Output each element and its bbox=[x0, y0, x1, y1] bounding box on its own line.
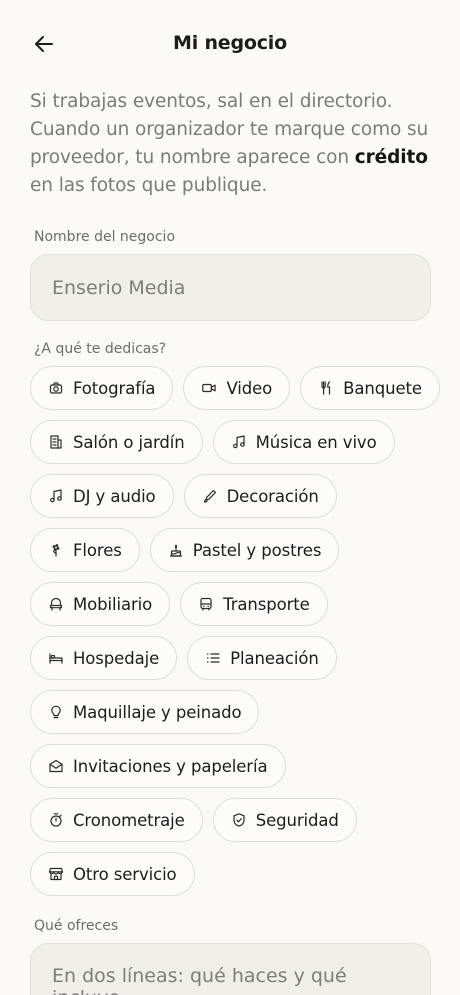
category-chip-label: Hospedaje bbox=[73, 648, 160, 668]
category-chip-label: Fotografía bbox=[73, 378, 156, 398]
category-chip-label: Video bbox=[226, 378, 273, 398]
category-chip[interactable]: Transporte bbox=[180, 582, 328, 626]
business-name-input[interactable]: Enserio Media bbox=[30, 254, 431, 321]
intro-text-end: en las fotos que publique. bbox=[30, 175, 268, 196]
stopwatch-icon bbox=[50, 813, 62, 827]
category-chip-label: Pastel y postres bbox=[192, 540, 322, 560]
category-chip[interactable]: Hospedaje bbox=[30, 636, 178, 680]
category-chip-label: Invitaciones y papelería bbox=[73, 756, 268, 776]
category-chip-label: Seguridad bbox=[255, 810, 339, 830]
intro-credit-highlight: crédito bbox=[354, 147, 428, 168]
category-chip-label: Flores bbox=[73, 540, 122, 560]
category-chip[interactable]: Maquillaje y peinado bbox=[30, 690, 260, 734]
category-chip-list: Fotografía Video Banquete Salón o jardín Mús… bbox=[30, 366, 440, 896]
category-chip[interactable]: DJ y audio bbox=[30, 474, 174, 518]
category-chip[interactable]: Otro servicio bbox=[30, 852, 195, 896]
category-chip-label: Planeación bbox=[230, 648, 319, 668]
music-note-icon bbox=[232, 435, 245, 449]
list-icon bbox=[207, 653, 220, 663]
lightbulb-icon bbox=[51, 705, 61, 719]
category-chip-label: Maquillaje y peinado bbox=[73, 702, 242, 722]
chair-icon bbox=[49, 597, 63, 611]
bed-icon bbox=[49, 653, 63, 664]
category-chip[interactable]: Pastel y postres bbox=[149, 528, 340, 572]
category-chip-label: Música en vivo bbox=[255, 432, 377, 452]
cake-icon bbox=[169, 544, 182, 557]
brush-icon bbox=[203, 489, 216, 503]
category-chip-label: Mobiliario bbox=[73, 594, 153, 614]
intro-text: Si trabajas eventos, sal en el directori… bbox=[30, 88, 440, 200]
category-chip[interactable]: Planeación bbox=[187, 636, 337, 680]
building-icon bbox=[50, 435, 62, 449]
category-chip-label: Transporte bbox=[223, 594, 310, 614]
category-chip-label: Decoración bbox=[226, 486, 319, 506]
category-chip-label: Cronometraje bbox=[73, 810, 185, 830]
store-icon bbox=[48, 867, 64, 881]
category-chip[interactable]: Invitaciones y papelería bbox=[30, 744, 286, 788]
app-header: Mi negocio bbox=[0, 0, 460, 90]
flower-icon bbox=[52, 544, 60, 557]
category-chip-label: DJ y audio bbox=[73, 486, 156, 506]
category-chip-label: Salón o jardín bbox=[73, 432, 185, 452]
category-chip[interactable]: Cronometraje bbox=[30, 798, 203, 842]
category-chip-label: Otro servicio bbox=[73, 864, 177, 884]
video-icon bbox=[202, 383, 217, 393]
category-chip[interactable]: Decoración bbox=[183, 474, 337, 518]
bus-icon bbox=[200, 597, 212, 611]
camera-icon bbox=[49, 382, 63, 394]
category-chip[interactable]: Salón o jardín bbox=[30, 420, 203, 464]
shield-icon bbox=[233, 813, 245, 827]
business-name-value: Enserio Media bbox=[52, 276, 186, 299]
category-chip[interactable]: Video bbox=[183, 366, 291, 410]
category-chip[interactable]: Mobiliario bbox=[30, 582, 171, 626]
music-note-icon bbox=[50, 489, 62, 503]
category-chip[interactable]: Flores bbox=[30, 528, 140, 572]
category-chip[interactable]: Seguridad bbox=[212, 798, 357, 842]
offer-textarea[interactable]: En dos líneas: qué haces y qué incluye. bbox=[30, 943, 431, 995]
utensils-icon bbox=[321, 381, 331, 395]
category-chip-label: Banquete bbox=[343, 378, 422, 398]
category-chip[interactable]: Banquete bbox=[300, 366, 440, 410]
offer-placeholder: En dos líneas: qué haces y qué incluye. bbox=[52, 965, 347, 995]
category-chip[interactable]: Música en vivo bbox=[212, 420, 395, 464]
envelope-icon bbox=[49, 759, 63, 773]
offer-label: Qué ofreces bbox=[34, 918, 119, 934]
business-name-label: Nombre del negocio bbox=[34, 229, 176, 245]
page-title: Mi negocio bbox=[173, 32, 287, 54]
category-chip[interactable]: Fotografía bbox=[30, 366, 174, 410]
categories-label: ¿A qué te dedicas? bbox=[34, 341, 167, 357]
